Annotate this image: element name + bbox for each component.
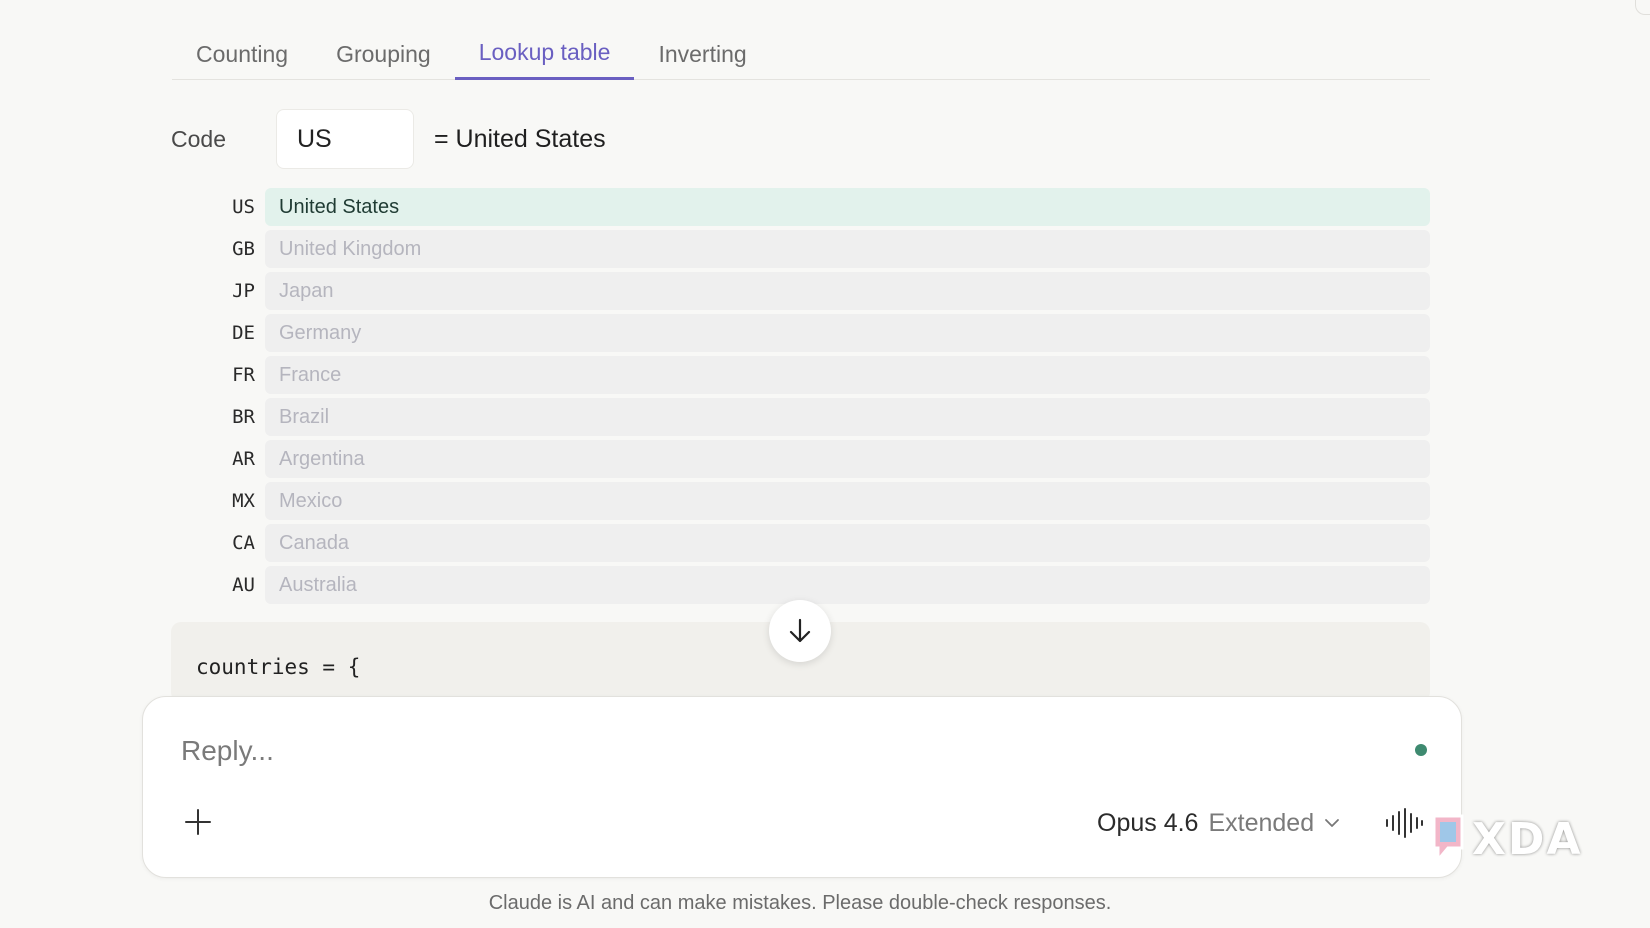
lookup-row-code: DE (232, 322, 255, 344)
lookup-row-code: JP (232, 280, 255, 302)
lookup-row-de[interactable]: DE Germany (205, 314, 1430, 352)
lookup-row-name: Australia (265, 566, 1430, 604)
reply-input[interactable] (179, 725, 1283, 777)
tab-counting[interactable]: Counting (172, 28, 312, 80)
lookup-row-mx[interactable]: MX Mexico (205, 482, 1430, 520)
voice-input-button[interactable] (1383, 803, 1425, 843)
code-label: Code (171, 125, 226, 152)
lookup-row-code: CA (232, 532, 255, 554)
lookup-row-code: AR (232, 448, 255, 470)
watermark-text: XDA (1472, 814, 1583, 865)
lookup-row-name: Canada (265, 524, 1430, 562)
waveform-icon (1386, 808, 1423, 838)
lookup-row-ar[interactable]: AR Argentina (205, 440, 1430, 478)
plus-icon (185, 809, 211, 835)
tab-inverting[interactable]: Inverting (634, 28, 770, 80)
add-attachment-button[interactable] (181, 805, 215, 839)
model-name: Opus 4.6 (1097, 808, 1199, 837)
lookup-result: = United States (434, 124, 606, 153)
chat-page: Counting Grouping Lookup table Inverting… (0, 0, 1650, 928)
lookup-row-br[interactable]: BR Brazil (205, 398, 1430, 436)
lookup-row-name: Japan (265, 272, 1430, 310)
model-mode: Extended (1208, 808, 1315, 837)
lookup-row-code: AU (232, 574, 255, 596)
lookup-row-name: Germany (265, 314, 1430, 352)
status-indicator (1415, 744, 1427, 756)
model-selector[interactable]: Opus 4.6 Extended (1097, 803, 1340, 843)
disclaimer-text: Claude is AI and can make mistakes. Plea… (488, 892, 1112, 914)
lookup-row-jp[interactable]: JP Japan (205, 272, 1430, 310)
chevron-down-icon (1325, 819, 1339, 827)
lookup-row-us[interactable]: US United States (205, 188, 1430, 226)
lookup-table: US United States GB United Kingdom JP Japan DE… (205, 188, 1430, 608)
lookup-row-code: BR (232, 406, 255, 428)
code-input[interactable] (276, 109, 414, 169)
xda-logo-icon (1432, 814, 1464, 865)
window-corner (1635, 0, 1650, 15)
lookup-row-name: United States (265, 188, 1430, 226)
lookup-row-code: MX (232, 490, 255, 512)
lookup-row-name: Argentina (265, 440, 1430, 478)
lookup-row-fr[interactable]: FR France (205, 356, 1430, 394)
lookup-row-code: US (232, 196, 255, 218)
lookup-row-au[interactable]: AU Australia (205, 566, 1430, 604)
tab-grouping[interactable]: Grouping (312, 28, 455, 80)
lookup-row-name: Mexico (265, 482, 1430, 520)
lookup-row-code: FR (232, 364, 255, 386)
scroll-to-bottom-button[interactable] (769, 600, 831, 662)
reply-composer: Opus 4.6 Extended (142, 696, 1462, 878)
lookup-row-name: France (265, 356, 1430, 394)
lookup-row-gb[interactable]: GB United Kingdom (205, 230, 1430, 268)
tab-lookup-table[interactable]: Lookup table (454, 28, 635, 80)
xda-watermark: XDA (1428, 812, 1598, 868)
artifact-tabs: Counting Grouping Lookup table Inverting (172, 28, 1430, 80)
lookup-row-ca[interactable]: CA Canada (205, 524, 1430, 562)
lookup-row-name: Brazil (265, 398, 1430, 436)
lookup-row-name: United Kingdom (265, 230, 1430, 268)
arrow-down-icon (789, 618, 811, 643)
lookup-row-code: GB (232, 238, 255, 260)
code-lookup-row: Code = United States (171, 107, 606, 171)
